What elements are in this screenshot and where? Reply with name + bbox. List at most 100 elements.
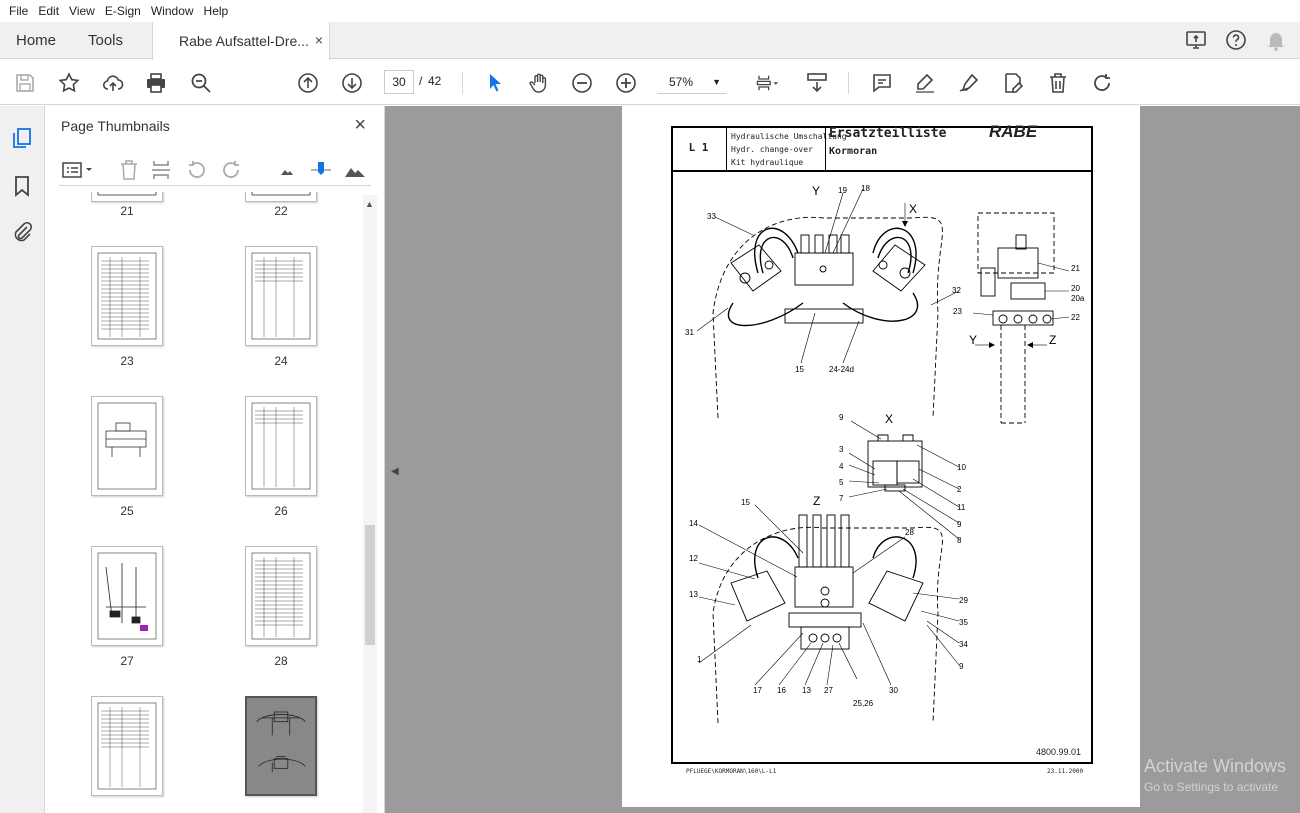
thumbnail-page[interactable] [245, 396, 317, 496]
page-total: 42 [428, 74, 442, 88]
page-thumbnails-icon[interactable] [10, 126, 34, 150]
menu-help[interactable]: Help [199, 4, 234, 18]
page-display-icon[interactable] [750, 70, 784, 96]
scroll-mode-icon[interactable] [804, 70, 830, 96]
tab-home[interactable]: Home [16, 22, 56, 59]
callout-11: 11 [957, 503, 966, 512]
rotate-ccw-icon[interactable] [185, 158, 209, 182]
large-thumbnail-icon[interactable] [343, 158, 367, 182]
windows-activation-watermark: Activate Windows [1144, 756, 1287, 776]
thumbnail-page[interactable] [91, 696, 163, 796]
thumbnail-page[interactable] [91, 246, 163, 346]
share-screen-icon[interactable] [1184, 28, 1208, 52]
callout-27: 27 [824, 686, 833, 695]
callout-z-view: Z [813, 494, 820, 508]
title-block: L 1 Hydraulische Umschaltung Hydr. chang… [671, 122, 1093, 172]
help-icon[interactable] [1224, 28, 1248, 52]
thumbnail-label: 22 [274, 204, 288, 218]
insert-page-icon[interactable] [149, 158, 173, 182]
thumbnail-options-icon[interactable] [61, 158, 95, 182]
menu-bar: File Edit View E-Sign Window Help [0, 0, 1300, 22]
scrollbar-thumb[interactable] [365, 525, 375, 645]
previous-page-icon[interactable] [295, 70, 321, 96]
callout-20a: 20a [1071, 294, 1085, 303]
callout-21: 21 [1071, 264, 1080, 273]
small-thumbnail-icon[interactable] [275, 158, 299, 182]
menu-file[interactable]: File [4, 4, 33, 18]
rotate-redo-icon[interactable] [1089, 70, 1115, 96]
callout-7: 7 [839, 494, 844, 503]
save-icon[interactable] [12, 70, 38, 96]
callout-8: 8 [957, 536, 962, 545]
print-icon[interactable] [143, 70, 169, 96]
thumbnail-scrollbar[interactable]: ▲ [363, 195, 377, 813]
thumbnail-size-slider-icon[interactable] [309, 158, 333, 182]
menu-esign[interactable]: E-Sign [100, 4, 146, 18]
page-separator: / [419, 74, 423, 88]
chevron-down-icon: ▼ [712, 77, 721, 87]
main-toolbar: 30 / 42 57% ▼ [0, 60, 1300, 105]
notification-bell-icon[interactable] [1264, 28, 1288, 52]
callout-10: 10 [957, 463, 966, 472]
tab-close-icon[interactable]: × [315, 32, 323, 48]
collapse-panel-icon[interactable]: ◀ [391, 466, 399, 477]
thumbnail-page[interactable] [245, 546, 317, 646]
thumbnail-label: 23 [120, 354, 134, 368]
menu-view[interactable]: View [64, 4, 100, 18]
thumbnail-label: 26 [274, 504, 288, 518]
callout-9c: 9 [959, 662, 964, 671]
thumbnail-page[interactable] [245, 246, 317, 346]
delete-trash-icon[interactable] [1045, 70, 1071, 96]
comment-icon[interactable] [869, 70, 895, 96]
menu-window[interactable]: Window [146, 4, 199, 18]
close-panel-icon[interactable]: × [354, 114, 366, 137]
callout-x-view: X [885, 412, 893, 426]
menu-edit[interactable]: Edit [33, 4, 64, 18]
desc-fr: Kit hydraulique [731, 158, 804, 167]
attachments-paperclip-icon[interactable] [10, 220, 34, 244]
callout-28: 28 [905, 528, 914, 537]
tab-document-label: Rabe Aufsattel-Dre... [179, 33, 309, 49]
zoom-level-value: 57% [669, 75, 694, 89]
callout-25-26: 25,26 [853, 699, 874, 708]
tab-document[interactable]: Rabe Aufsattel-Dre... × [152, 22, 330, 60]
bookmarks-icon[interactable] [10, 174, 34, 198]
edit-document-icon[interactable] [1000, 70, 1026, 96]
rotate-cw-icon[interactable] [219, 158, 243, 182]
callout-33: 33 [707, 212, 716, 221]
thumbnail-page[interactable] [245, 192, 317, 202]
callout-2: 2 [957, 485, 962, 494]
bookmark-star-icon[interactable] [56, 70, 82, 96]
page-number-input[interactable]: 30 [384, 70, 414, 94]
rabe-logo: RABE [989, 122, 1038, 141]
callout-13a: 13 [689, 590, 698, 599]
thumbnails-panel-title: Page Thumbnails [61, 118, 170, 134]
zoom-out-icon[interactable] [569, 70, 595, 96]
callout-18: 18 [861, 184, 870, 193]
thumbnail-page[interactable] [91, 546, 163, 646]
callout-24: 24-24d [829, 365, 854, 374]
thumbnails-toolbar [59, 154, 371, 186]
draw-pen-icon[interactable] [956, 70, 982, 96]
callout-23: 23 [953, 307, 962, 316]
callout-4: 4 [839, 462, 844, 471]
highlight-pen-icon[interactable] [912, 70, 938, 96]
thumbnail-page[interactable] [91, 192, 163, 202]
callout-16: 16 [777, 686, 786, 695]
select-cursor-icon[interactable] [482, 70, 508, 96]
upload-cloud-icon[interactable] [100, 70, 126, 96]
zoom-in-icon[interactable] [613, 70, 639, 96]
zoom-search-icon[interactable] [188, 70, 214, 96]
callout-14: 14 [689, 519, 698, 528]
zoom-level-select[interactable]: 57% ▼ [657, 70, 727, 94]
thumbnail-page-selected[interactable] [245, 696, 317, 796]
callout-z-arrow: Z [1049, 333, 1056, 347]
delete-page-icon[interactable] [117, 158, 141, 182]
callout-35: 35 [959, 618, 968, 627]
next-page-icon[interactable] [339, 70, 365, 96]
tab-tools[interactable]: Tools [88, 22, 123, 59]
hand-tool-icon[interactable] [526, 70, 552, 96]
callout-1: 1 [697, 655, 702, 664]
scroll-up-icon[interactable]: ▲ [365, 199, 374, 209]
thumbnail-page[interactable] [91, 396, 163, 496]
